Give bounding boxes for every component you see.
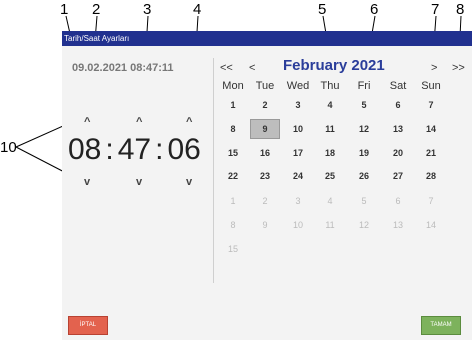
calendar-day[interactable]: 1 xyxy=(218,100,248,110)
calendar-day[interactable]: 10 xyxy=(283,124,313,134)
hour-down-button[interactable]: v xyxy=(84,176,90,188)
calendar-day[interactable]: 9 xyxy=(250,119,280,139)
calendar-day[interactable]: 5 xyxy=(349,100,379,110)
calendar-day[interactable]: 7 xyxy=(416,100,446,110)
calendar-day[interactable]: 17 xyxy=(283,148,313,158)
weekday-sat: Sat xyxy=(389,80,407,92)
callout-8: 8 xyxy=(456,1,465,18)
calendar-day[interactable]: 20 xyxy=(383,148,413,158)
calendar-day[interactable]: 22 xyxy=(218,171,248,181)
callout-2: 2 xyxy=(92,1,101,18)
calendar-day[interactable]: 1 xyxy=(218,196,248,206)
calendar-day[interactable]: 25 xyxy=(315,171,345,181)
calendar-day[interactable]: 16 xyxy=(250,148,280,158)
weekday-sun: Sun xyxy=(421,80,441,92)
calendar-day[interactable]: 8 xyxy=(218,220,248,230)
window-titlebar: Tarih/Saat Ayarları xyxy=(62,31,472,46)
callout-5: 5 xyxy=(318,1,327,18)
calendar-day[interactable]: 13 xyxy=(383,220,413,230)
month-label: February 2021 xyxy=(283,57,385,74)
calendar-day[interactable]: 24 xyxy=(283,171,313,181)
calendar-day[interactable]: 12 xyxy=(349,220,379,230)
calendar-day[interactable]: 21 xyxy=(416,148,446,158)
calendar-day[interactable]: 3 xyxy=(283,100,313,110)
weekday-tue: Tue xyxy=(255,80,275,92)
time-separator: : xyxy=(105,133,114,166)
weekday-fri: Fri xyxy=(357,80,371,92)
calendar-day[interactable]: 2 xyxy=(250,100,280,110)
calendar-day[interactable]: 8 xyxy=(218,124,248,134)
minute-down-button[interactable]: v xyxy=(136,176,142,188)
callout-4: 4 xyxy=(193,1,202,18)
second-down-button[interactable]: v xyxy=(186,176,192,188)
calendar-day[interactable]: 27 xyxy=(383,171,413,181)
ok-button[interactable]: TAMAM xyxy=(421,316,461,335)
second-up-button[interactable]: ^ xyxy=(186,116,192,128)
calendar-day[interactable]: 4 xyxy=(315,100,345,110)
calendar-day[interactable]: 11 xyxy=(315,124,345,134)
calendar-day[interactable]: 2 xyxy=(250,196,280,206)
cancel-button[interactable]: İPTAL xyxy=(68,316,108,335)
weekday-wed: Wed xyxy=(286,80,310,92)
prev-month-button[interactable]: < xyxy=(249,62,255,74)
next-month-button[interactable]: > xyxy=(431,62,437,74)
calendar-day[interactable]: 28 xyxy=(416,171,446,181)
calendar-day[interactable]: 14 xyxy=(416,124,446,134)
callout-6: 6 xyxy=(370,1,379,18)
hour-up-button[interactable]: ^ xyxy=(84,116,90,128)
hour-value[interactable]: 08 xyxy=(68,133,101,167)
calendar-day[interactable]: 3 xyxy=(283,196,313,206)
calendar-day[interactable]: 19 xyxy=(349,148,379,158)
prev-year-button[interactable]: << xyxy=(220,62,233,74)
calendar-day[interactable]: 5 xyxy=(349,196,379,206)
bottom-bar xyxy=(62,313,472,340)
callout-1: 1 xyxy=(60,1,69,18)
minute-value[interactable]: 47 xyxy=(118,133,151,167)
calendar-day[interactable]: 13 xyxy=(383,124,413,134)
calendar-day[interactable]: 14 xyxy=(416,220,446,230)
calendar-day[interactable]: 12 xyxy=(349,124,379,134)
calendar-day[interactable]: 10 xyxy=(283,220,313,230)
calendar-day[interactable]: 7 xyxy=(416,196,446,206)
weekday-thu: Thu xyxy=(320,80,340,92)
calendar-day[interactable]: 6 xyxy=(383,196,413,206)
calendar-day[interactable]: 6 xyxy=(383,100,413,110)
panel-divider xyxy=(213,58,214,283)
calendar-day[interactable]: 11 xyxy=(315,220,345,230)
next-year-button[interactable]: >> xyxy=(452,62,465,74)
minute-up-button[interactable]: ^ xyxy=(136,116,142,128)
weekday-mon: Mon xyxy=(222,80,244,92)
calendar-day[interactable]: 23 xyxy=(250,171,280,181)
callout-7: 7 xyxy=(431,1,440,18)
second-value[interactable]: 06 xyxy=(167,133,200,167)
calendar-day[interactable]: 18 xyxy=(315,148,345,158)
time-display: 08:47:06 xyxy=(68,133,208,167)
callout-3: 3 xyxy=(143,1,152,18)
current-datetime: 09.02.2021 08:47:11 xyxy=(72,62,174,74)
time-separator: : xyxy=(155,133,164,166)
calendar-day[interactable]: 9 xyxy=(250,220,280,230)
calendar-day[interactable]: 26 xyxy=(349,171,379,181)
calendar-day[interactable]: 15 xyxy=(218,244,248,254)
calendar-day[interactable]: 4 xyxy=(315,196,345,206)
calendar-day[interactable]: 15 xyxy=(218,148,248,158)
callout-10: 10 xyxy=(0,139,17,156)
